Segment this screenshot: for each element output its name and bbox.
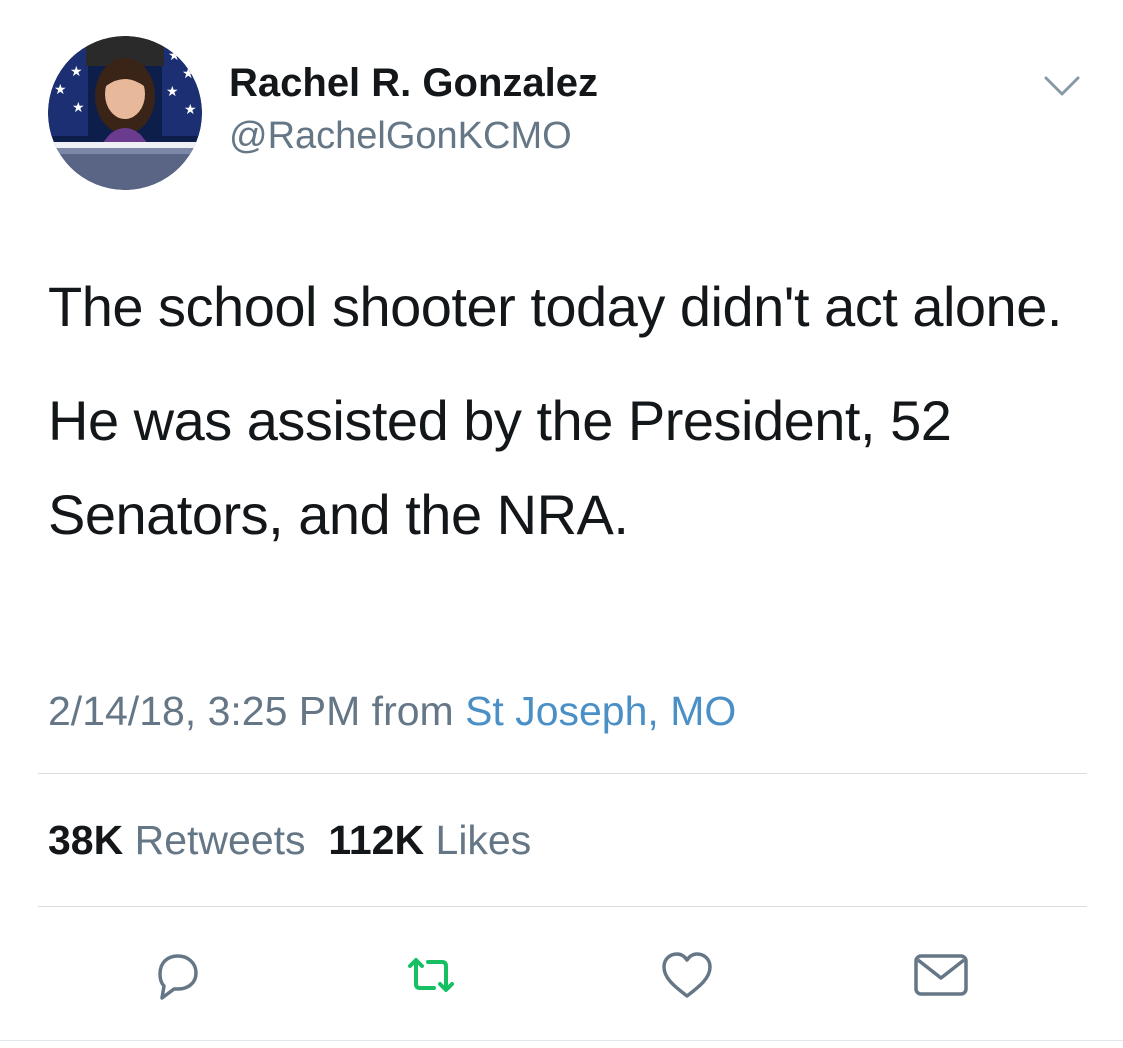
retweets-count: 38K (48, 817, 124, 863)
retweets-stat[interactable]: 38K Retweets (48, 817, 306, 863)
divider (38, 773, 1087, 774)
svg-text:★: ★ (70, 64, 83, 80)
display-name[interactable]: Rachel R. Gonzalez (229, 60, 598, 106)
avatar[interactable]: ★ ★ ★ ★ ★ ★ ★ ★ (48, 36, 202, 190)
from-label: from (371, 688, 454, 734)
tweet-paragraph: He was assisted by the President, 52 Sen… (48, 389, 952, 546)
tweet-meta: 2/14/18, 3:25 PM from St Joseph, MO (48, 686, 736, 736)
reply-icon (158, 954, 198, 1000)
tweet-stats: 38K Retweets 112K Likes (48, 815, 531, 865)
svg-text:★: ★ (166, 84, 179, 100)
svg-text:★: ★ (168, 48, 181, 64)
tweet-paragraph: The school shooter today didn't act alon… (48, 275, 1062, 338)
divider (38, 906, 1087, 907)
svg-text:★: ★ (182, 66, 195, 82)
envelope-icon (914, 954, 968, 996)
location-link[interactable]: St Joseph, MO (465, 688, 736, 734)
likes-count: 112K (328, 817, 425, 863)
svg-text:★: ★ (56, 46, 69, 62)
likes-stat[interactable]: 112K Likes (328, 817, 531, 863)
heart-icon (662, 952, 712, 998)
tweet-text: The school shooter today didn't act alon… (48, 260, 1088, 562)
likes-label: Likes (435, 817, 532, 863)
retweets-label: Retweets (134, 817, 306, 863)
retweet-icon (408, 958, 454, 992)
divider (0, 1040, 1123, 1041)
svg-text:★: ★ (184, 102, 197, 118)
retweet-button[interactable] (396, 940, 466, 1010)
like-button[interactable] (652, 940, 722, 1010)
timestamp[interactable]: 2/14/18, 3:25 PM (48, 688, 360, 734)
user-handle[interactable]: @RachelGonKCMO (229, 114, 572, 158)
direct-message-button[interactable] (906, 940, 976, 1010)
svg-text:★: ★ (54, 82, 67, 98)
svg-text:★: ★ (72, 100, 85, 116)
chevron-down-icon[interactable] (1040, 70, 1084, 102)
reply-button[interactable] (142, 940, 212, 1010)
